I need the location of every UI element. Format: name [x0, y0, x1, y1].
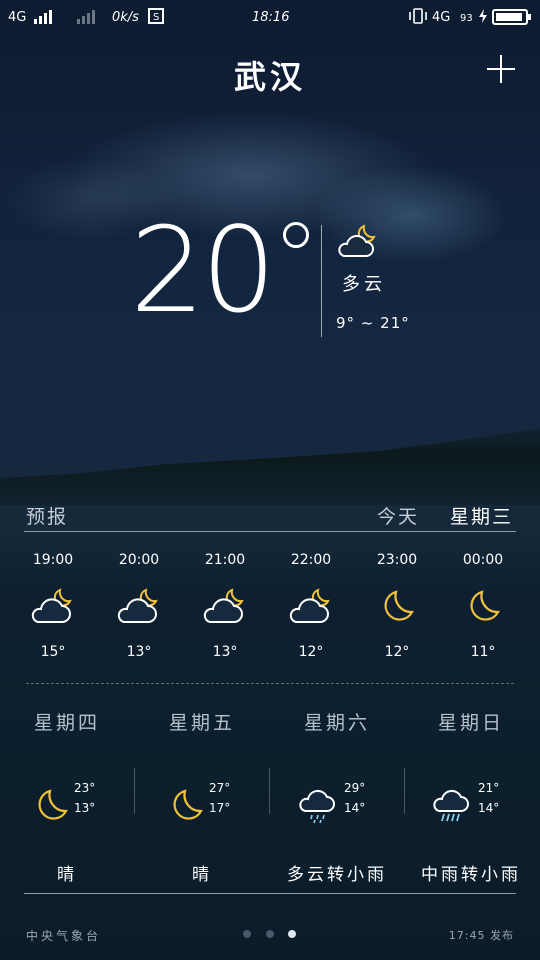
- day-high: 29°: [344, 781, 366, 795]
- signal-icon-2: [77, 9, 97, 24]
- cloud-heavy-rain-icon: [432, 785, 472, 825]
- moon-icon: [28, 785, 68, 825]
- day-condition: 多云转小雨: [287, 865, 387, 885]
- forecast-label: 预报: [26, 506, 69, 528]
- page-indicator[interactable]: [243, 930, 303, 940]
- hour-time: 00:00: [462, 552, 504, 568]
- weekday-label: 星期三: [450, 506, 514, 528]
- current-temperature: 20: [130, 201, 276, 339]
- daily-item: 星期六 29° 14° 多云转小雨: [270, 708, 404, 885]
- data-source: 中央气象台: [26, 929, 102, 943]
- daily-item: 星期四 23° 13° 晴: [0, 708, 134, 885]
- battery-percent: 93: [460, 13, 473, 24]
- page-dot[interactable]: [243, 930, 251, 938]
- day-low: 17°: [209, 801, 231, 815]
- hour-temp: 12°: [298, 644, 324, 660]
- daily-item: 星期五 27° 17° 晴: [135, 708, 269, 885]
- day-low: 13°: [74, 801, 96, 815]
- moon-icon: [163, 785, 203, 825]
- hour-time: 22:00: [290, 552, 332, 568]
- hourly-item: 21:00 13°: [190, 552, 260, 660]
- day-name: 星期日: [437, 712, 504, 734]
- divider: [269, 768, 270, 814]
- hour-temp: 11°: [470, 644, 496, 660]
- cloud-moon-icon: [30, 586, 76, 630]
- hour-time: 23:00: [376, 552, 418, 568]
- divider: [26, 683, 514, 684]
- day-name: 星期五: [168, 712, 235, 734]
- cloud-rain-icon: [298, 785, 338, 825]
- hour-temp: 12°: [384, 644, 410, 660]
- hour-temp: 13°: [126, 644, 152, 660]
- divider: [321, 225, 322, 337]
- divider: [404, 768, 405, 814]
- hourly-item: 19:00 15°: [18, 552, 88, 660]
- network-label-2: 4G: [432, 10, 451, 25]
- divider: [134, 768, 135, 814]
- day-high: 27°: [209, 781, 231, 795]
- hourly-item: 22:00 12°: [276, 552, 346, 660]
- day-low: 14°: [478, 801, 500, 815]
- network-label: 4G: [8, 10, 27, 25]
- day-condition: 晴: [57, 865, 77, 885]
- day-condition: 中雨转小雨: [421, 865, 521, 885]
- moon-icon: [374, 586, 420, 630]
- day-name: 星期六: [303, 712, 370, 734]
- svg-text:S: S: [153, 12, 159, 23]
- hour-time: 21:00: [204, 552, 246, 568]
- cloud-moon-icon: [116, 586, 162, 630]
- divider: [24, 893, 516, 894]
- publish-time: 17:45 发布: [448, 929, 514, 942]
- charging-icon: [476, 8, 490, 24]
- hourly-item: 23:00 12°: [362, 552, 432, 660]
- page-dot[interactable]: [266, 930, 274, 938]
- hour-temp: 13°: [212, 644, 238, 660]
- hourly-item: 20:00 13°: [104, 552, 174, 660]
- add-city-button[interactable]: [487, 55, 515, 83]
- battery-icon: [492, 9, 531, 25]
- temperature-range: 9° ~ 21°: [336, 314, 410, 332]
- hour-temp: 15°: [40, 644, 66, 660]
- city-name[interactable]: 武汉: [0, 52, 540, 98]
- clock: 18:16: [252, 10, 290, 25]
- network-speed: 0k/s: [112, 10, 139, 25]
- signal-icon: [34, 9, 54, 24]
- day-low: 14°: [344, 801, 366, 815]
- status-bar: 4G 0k/s S 18:16 4G 93: [0, 0, 540, 34]
- daily-item: 星期日 21° 14° 中雨转小雨: [404, 708, 538, 885]
- divider: [24, 531, 516, 532]
- hourly-item: 00:00 11°: [448, 552, 518, 660]
- today-label: 今天: [377, 506, 420, 528]
- hour-time: 19:00: [32, 552, 74, 568]
- screenshot-icon: S: [147, 7, 165, 25]
- hour-time: 20:00: [118, 552, 160, 568]
- moon-icon: [460, 586, 506, 630]
- cloud-moon-icon: [288, 586, 334, 630]
- day-condition: 晴: [192, 865, 212, 885]
- cloud-moon-icon: [202, 586, 248, 630]
- day-high: 23°: [74, 781, 96, 795]
- cloud-moon-icon: [336, 222, 380, 262]
- vibrate-icon: [408, 7, 428, 25]
- degree-symbol: [283, 222, 309, 248]
- page-dot-active[interactable]: [288, 930, 296, 938]
- current-condition: 多云: [342, 274, 386, 295]
- day-name: 星期四: [33, 712, 100, 734]
- day-high: 21°: [478, 781, 500, 795]
